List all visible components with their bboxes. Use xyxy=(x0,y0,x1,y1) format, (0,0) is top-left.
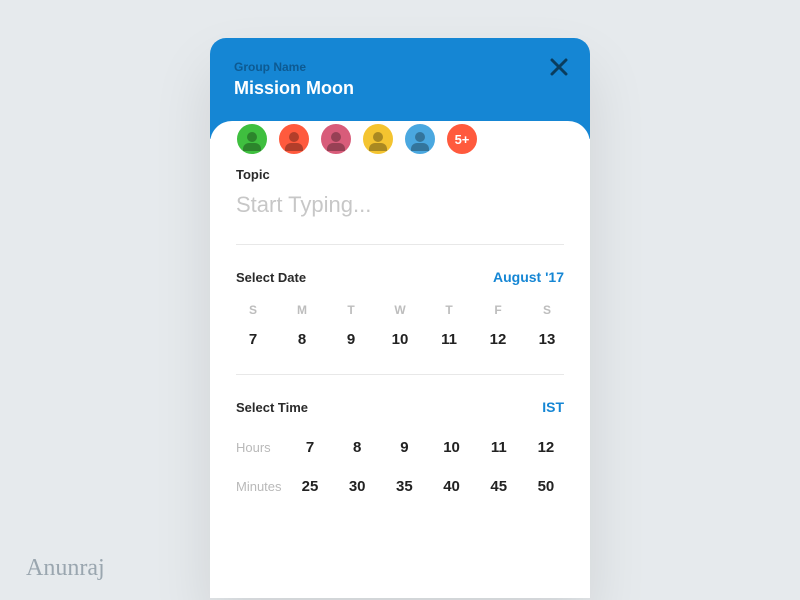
weekday: M xyxy=(289,303,315,317)
hour-option[interactable]: 11 xyxy=(485,439,513,456)
weekday: S xyxy=(534,303,560,317)
date-option[interactable]: 12 xyxy=(485,331,511,348)
weekday: T xyxy=(436,303,462,317)
date-option[interactable]: 13 xyxy=(534,331,560,348)
close-icon xyxy=(550,58,568,76)
avatar[interactable] xyxy=(402,121,438,157)
hours-row: 7 8 9 10 11 12 xyxy=(296,439,564,456)
minute-option[interactable]: 30 xyxy=(343,478,371,495)
weekday: T xyxy=(338,303,364,317)
hour-option[interactable]: 7 xyxy=(296,439,324,456)
select-date-label: Select Date xyxy=(236,270,306,285)
select-time-label: Select Time xyxy=(236,400,308,415)
close-button[interactable] xyxy=(550,58,568,76)
date-row: 7 8 9 10 11 12 13 xyxy=(236,331,564,374)
date-option[interactable]: 7 xyxy=(240,331,266,348)
avatar[interactable] xyxy=(276,121,312,157)
month-selector[interactable]: August '17 xyxy=(493,269,564,285)
weekday-row: S M T W T F S xyxy=(236,303,564,331)
minute-option[interactable]: 45 xyxy=(485,478,513,495)
minutes-row: 25 30 35 40 45 50 xyxy=(296,478,564,495)
avatar[interactable] xyxy=(360,121,396,157)
hours-label: Hours xyxy=(236,440,296,455)
group-label: Group Name xyxy=(234,60,566,74)
hour-option[interactable]: 8 xyxy=(343,439,371,456)
minutes-label: Minutes xyxy=(236,479,296,494)
minute-option[interactable]: 40 xyxy=(438,478,466,495)
weekday: F xyxy=(485,303,511,317)
minute-option[interactable]: 25 xyxy=(296,478,324,495)
minute-option[interactable]: 50 xyxy=(532,478,560,495)
minute-option[interactable]: 35 xyxy=(390,478,418,495)
hour-option[interactable]: 9 xyxy=(390,439,418,456)
avatar-overflow-badge[interactable]: 5+ xyxy=(444,121,480,157)
topic-input[interactable] xyxy=(236,182,564,244)
date-option[interactable]: 11 xyxy=(436,331,462,348)
date-option[interactable]: 8 xyxy=(289,331,315,348)
weekday: S xyxy=(240,303,266,317)
topic-label: Topic xyxy=(236,167,564,182)
author-signature: Anunraj xyxy=(26,555,105,582)
hour-option[interactable]: 10 xyxy=(438,439,466,456)
group-name: Mission Moon xyxy=(234,78,566,99)
meeting-create-card: Group Name Mission Moon 5+ Topic Select … xyxy=(210,38,590,598)
avatar-row: 5+ xyxy=(234,121,480,157)
weekday: W xyxy=(387,303,413,317)
date-option[interactable]: 10 xyxy=(387,331,413,348)
avatar[interactable] xyxy=(234,121,270,157)
timezone-selector[interactable]: IST xyxy=(542,399,564,415)
avatar[interactable] xyxy=(318,121,354,157)
hour-option[interactable]: 12 xyxy=(532,439,560,456)
card-body: Topic Select Date August '17 S M T W T F… xyxy=(210,121,590,511)
date-option[interactable]: 9 xyxy=(338,331,364,348)
